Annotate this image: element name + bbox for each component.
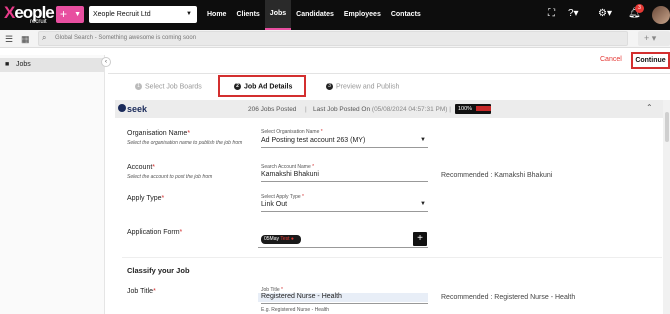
job-title-recommendation: Recommended : Registered Nurse - Health bbox=[441, 294, 576, 301]
chevron-down-icon: ▼ bbox=[74, 11, 81, 18]
quick-add-button[interactable]: + ▼ bbox=[56, 6, 84, 23]
step-select-job-boards[interactable]: 1 Select Job Boards bbox=[135, 83, 202, 90]
sidebar-item-jobs[interactable]: ■ Jobs bbox=[0, 58, 104, 72]
nav-jobs[interactable]: Jobs bbox=[264, 0, 292, 30]
account-recommendation: Recommended : Kamakshi Bhakuni bbox=[441, 172, 553, 179]
company-select[interactable]: Xeople Recruit Ltd ▼ bbox=[89, 6, 197, 23]
notification-badge: 3 bbox=[635, 4, 644, 13]
org-name-hint: Select the organisation name to publish … bbox=[127, 140, 243, 146]
chevron-down-icon: ▼ bbox=[186, 11, 192, 17]
step-preview-publish[interactable]: 3 Preview and Publish bbox=[326, 83, 399, 90]
org-name-label: Organisation Name* bbox=[127, 130, 191, 137]
briefcase-icon: ■ bbox=[5, 61, 10, 68]
account-hint: Select the account to post the job from bbox=[127, 174, 213, 180]
field-underline bbox=[258, 247, 428, 248]
application-form-label: Application Form* bbox=[127, 229, 183, 236]
job-title-label: Job Title* bbox=[127, 288, 156, 295]
org-name-select[interactable]: Ad Posting test account 263 (MY) ▼ bbox=[261, 137, 428, 148]
global-search-input[interactable]: Global Search - Something awesome is com… bbox=[38, 31, 628, 46]
sidebar: ■ Jobs bbox=[0, 55, 105, 314]
gear-icon[interactable]: ⚙▾ bbox=[598, 8, 612, 19]
nav-home[interactable]: Home bbox=[202, 0, 231, 30]
seek-logo-icon bbox=[118, 104, 126, 112]
chevron-up-icon[interactable]: ⌃ bbox=[646, 103, 653, 112]
job-title-example: E.g. Registered Nurse - Health bbox=[261, 307, 330, 313]
quota-battery: 100% bbox=[455, 104, 491, 114]
classify-section-title: Classify your Job bbox=[127, 266, 190, 275]
apply-type-select[interactable]: Link Out ▼ bbox=[261, 201, 428, 212]
apply-type-field-label: Select Apply Type * bbox=[261, 194, 304, 200]
nav-clients[interactable]: Clients bbox=[231, 0, 264, 30]
chevron-down-icon: ▼ bbox=[420, 137, 426, 143]
account-label: Account* bbox=[127, 164, 156, 171]
account-search-input[interactable]: Kamakshi Bhakuni bbox=[261, 171, 428, 182]
app-logo[interactable]: Xeople recruit bbox=[4, 3, 55, 27]
divider bbox=[122, 257, 662, 258]
apply-type-label: Apply Type* bbox=[127, 195, 165, 202]
nav-candidates[interactable]: Candidates bbox=[291, 0, 339, 30]
grid-view-icon[interactable]: ▦ bbox=[21, 34, 30, 45]
avatar[interactable] bbox=[652, 6, 670, 24]
application-form-chip[interactable]: 05May Test ● bbox=[261, 235, 301, 244]
job-board-name: seek bbox=[127, 104, 148, 114]
add-dropdown-button[interactable]: + ▾ bbox=[638, 31, 670, 46]
org-field-label: Select Organisation Name * bbox=[261, 129, 323, 135]
list-view-icon[interactable]: ☰ bbox=[5, 34, 13, 45]
fullscreen-icon[interactable]: ⛶ bbox=[548, 8, 555, 19]
nav-employees[interactable]: Employees bbox=[339, 0, 386, 30]
divider bbox=[108, 73, 670, 74]
nav-contacts[interactable]: Contacts bbox=[386, 0, 426, 30]
active-step-highlight bbox=[218, 75, 306, 97]
chevron-down-icon: ▼ bbox=[420, 201, 426, 207]
scrollbar-thumb[interactable] bbox=[665, 112, 669, 142]
add-application-form-button[interactable]: + bbox=[413, 232, 427, 246]
jobs-posted-count: 206 Jobs Posted bbox=[248, 106, 297, 113]
search-icon: ⌕ bbox=[42, 33, 47, 42]
account-field-label: Search Account Name * bbox=[261, 164, 315, 170]
job-title-input[interactable]: Registered Nurse - Health bbox=[261, 293, 428, 304]
collapse-sidebar-icon[interactable]: ‹ bbox=[101, 57, 111, 67]
continue-button[interactable]: Continue bbox=[631, 52, 670, 69]
last-posted-info: Last Job Posted On (05/08/2024 04:57:31 … bbox=[313, 106, 451, 113]
main-nav: Home Clients Jobs Candidates Employees C… bbox=[202, 0, 426, 30]
help-icon[interactable]: ?▾ bbox=[568, 8, 579, 19]
cancel-button[interactable]: Cancel bbox=[600, 56, 622, 63]
separator: | bbox=[305, 106, 307, 113]
